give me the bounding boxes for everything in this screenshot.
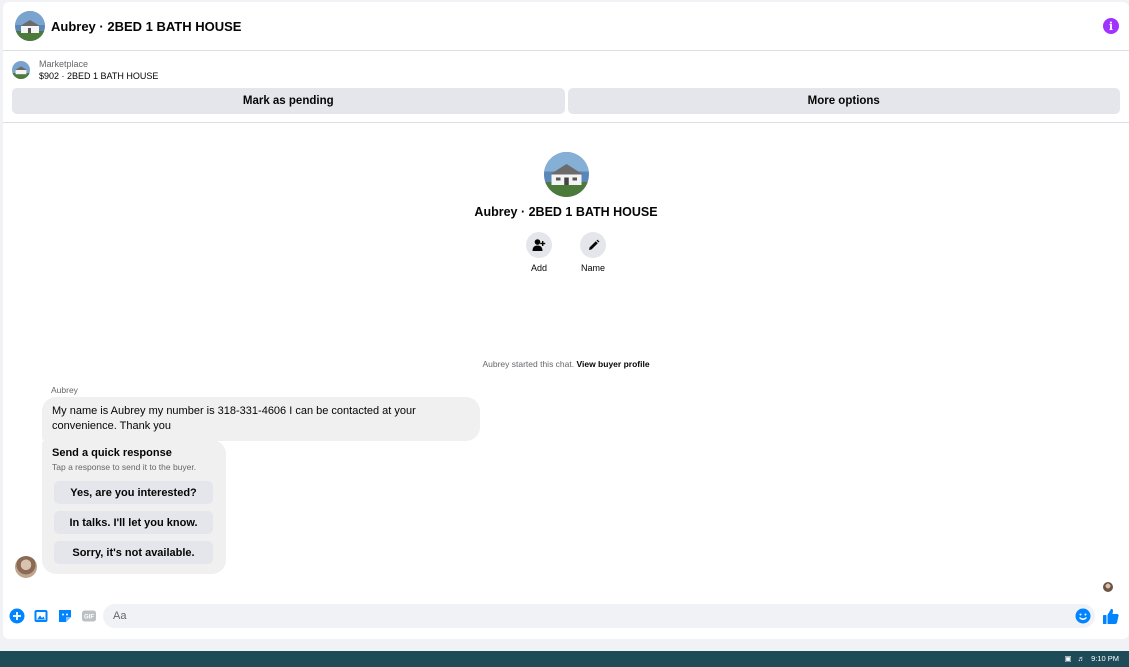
profile-avatar[interactable] xyxy=(543,152,589,197)
add-label: Add xyxy=(530,263,547,273)
system-tray: ▣ ♬ 9:10 PM xyxy=(1064,654,1119,663)
read-receipt-avatar xyxy=(1103,582,1113,592)
divider xyxy=(3,122,1129,123)
quick-response-option[interactable]: Sorry, it's not available. xyxy=(54,541,213,564)
pencil-icon xyxy=(588,239,599,250)
more-options-button[interactable]: More options xyxy=(567,88,1120,114)
clock[interactable]: 9:10 PM xyxy=(1091,654,1119,663)
sender-name: Aubrey xyxy=(51,385,78,395)
marketplace-listing[interactable]: Marketplace $902 · 2BED 1 BATH HOUSE xyxy=(3,56,158,84)
edit-name-button[interactable]: Name xyxy=(580,232,606,273)
svg-text:GIF: GIF xyxy=(84,615,94,621)
listing-avatar[interactable] xyxy=(15,11,45,41)
listing-label: Marketplace xyxy=(39,59,89,69)
network-icon[interactable]: ▣ xyxy=(1064,654,1071,663)
quick-response-subtitle: Tap a response to send it to the buyer. xyxy=(52,462,197,472)
volume-icon[interactable]: ♬ xyxy=(1078,654,1086,663)
chat-started-text: Aubrey started this chat. xyxy=(482,359,577,369)
listing-actions: Mark as pending More options xyxy=(12,88,1120,114)
add-people-button[interactable]: Add xyxy=(526,232,552,273)
quick-response-option[interactable]: In talks. I'll let you know. xyxy=(54,511,213,534)
sender-avatar[interactable] xyxy=(15,556,37,578)
chat-profile: Aubrey · 2BED 1 BATH HOUSE Add Name xyxy=(3,152,1129,273)
info-icon[interactable]: i xyxy=(1103,18,1119,34)
thumbs-up-icon[interactable] xyxy=(1102,607,1120,625)
listing-thumbnail xyxy=(12,61,30,79)
chat-header: Aubrey · 2BED 1 BATH HOUSE i xyxy=(3,2,1129,51)
chat-window: Aubrey · 2BED 1 BATH HOUSE i Marketplace… xyxy=(3,2,1129,639)
add-person-icon xyxy=(532,239,546,251)
photo-icon[interactable] xyxy=(33,608,49,624)
quick-response-title: Send a quick response xyxy=(52,447,172,459)
profile-name: Aubrey · 2BED 1 BATH HOUSE xyxy=(474,205,658,219)
listing-price-title: $902 · 2BED 1 BATH HOUSE xyxy=(39,71,159,81)
message-input[interactable] xyxy=(103,604,1095,628)
quick-response-panel: Send a quick response Tap a response to … xyxy=(42,440,226,574)
chat-started-notice: Aubrey started this chat. View buyer pro… xyxy=(3,359,1129,369)
view-buyer-profile-link[interactable]: View buyer profile xyxy=(576,359,649,369)
quick-response-option[interactable]: Yes, are you interested? xyxy=(54,481,213,504)
message-bubble[interactable]: My name is Aubrey my number is 318-331-4… xyxy=(42,397,480,441)
gif-icon[interactable]: GIF xyxy=(81,608,97,624)
composer-bar: GIF xyxy=(3,600,1129,632)
os-taskbar: ▣ ♬ 9:10 PM xyxy=(0,651,1129,667)
emoji-icon[interactable] xyxy=(1075,608,1091,624)
plus-icon[interactable] xyxy=(9,608,25,624)
name-label: Name xyxy=(580,263,605,273)
sticker-icon[interactable] xyxy=(57,608,73,624)
header-title: Aubrey · 2BED 1 BATH HOUSE xyxy=(51,18,242,34)
mark-as-pending-button[interactable]: Mark as pending xyxy=(12,88,565,114)
